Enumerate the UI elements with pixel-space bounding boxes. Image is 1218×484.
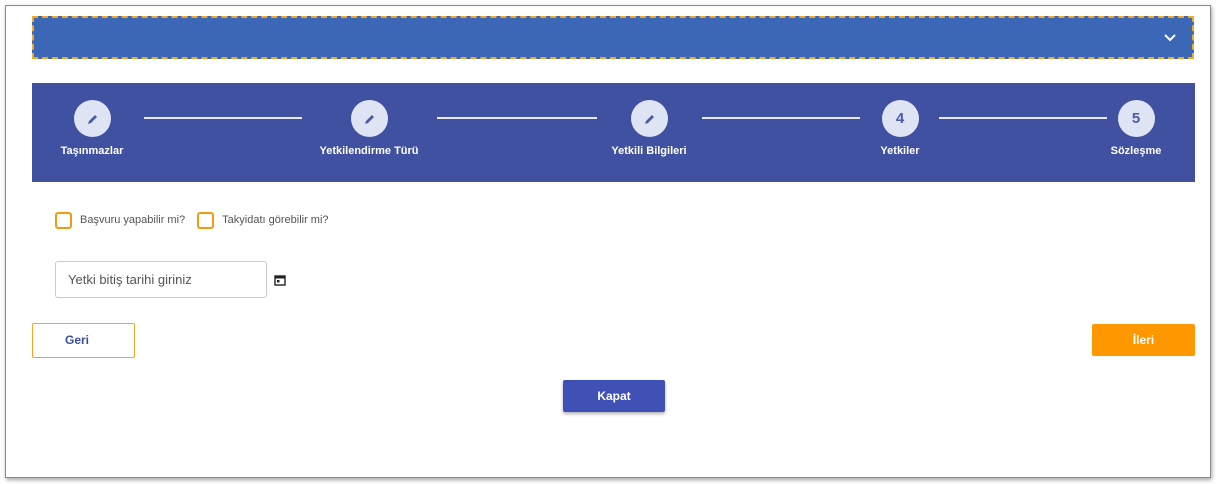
step-circle bbox=[630, 100, 668, 137]
permission-checkboxes: Başvuru yapabilir mi? Takyidatı görebili… bbox=[55, 210, 341, 230]
step-connector bbox=[702, 117, 860, 119]
step-connector bbox=[939, 117, 1107, 119]
step-number: 5 bbox=[1117, 100, 1155, 137]
chevron-down-icon[interactable] bbox=[1162, 29, 1178, 45]
step-circle bbox=[73, 100, 111, 137]
next-button[interactable]: İleri bbox=[1092, 324, 1195, 356]
view-encumbrance-checkbox-label: Takyidatı görebilir mi? bbox=[222, 214, 329, 226]
step-label: Yetkilendirme Türü bbox=[319, 145, 419, 157]
pencil-icon bbox=[87, 115, 97, 124]
stepper: Taşınmazlar Yetkilendirme Türü Yetkili B… bbox=[32, 83, 1195, 182]
calendar-icon[interactable] bbox=[274, 274, 286, 286]
pencil-icon bbox=[364, 115, 374, 124]
step-yetkiler[interactable]: 4 Yetkiler bbox=[855, 100, 945, 157]
back-button[interactable]: Geri bbox=[32, 323, 135, 358]
apply-checkbox[interactable] bbox=[55, 211, 72, 229]
step-circle bbox=[350, 100, 388, 137]
step-yetkili-bilgileri[interactable]: Yetkili Bilgileri bbox=[604, 100, 694, 157]
pencil-icon bbox=[644, 115, 654, 124]
step-sozlesme[interactable]: 5 Sözleşme bbox=[1091, 100, 1181, 157]
authorization-end-date-input[interactable] bbox=[55, 261, 267, 298]
step-connector bbox=[144, 117, 302, 119]
step-label: Yetkili Bilgileri bbox=[611, 145, 687, 157]
step-label: Sözleşme bbox=[1110, 145, 1162, 157]
step-number: 4 bbox=[881, 100, 919, 137]
step-tasinmazlar[interactable]: Taşınmazlar bbox=[47, 100, 137, 157]
close-button[interactable]: Kapat bbox=[563, 380, 665, 412]
step-connector bbox=[437, 117, 597, 119]
accordion-header[interactable] bbox=[32, 16, 1194, 59]
step-label: Yetkiler bbox=[880, 145, 920, 157]
step-label: Taşınmazlar bbox=[60, 145, 124, 157]
apply-checkbox-label: Başvuru yapabilir mi? bbox=[80, 214, 186, 226]
step-yetkilendirme-turu[interactable]: Yetkilendirme Türü bbox=[319, 100, 419, 157]
view-encumbrance-checkbox[interactable] bbox=[197, 211, 215, 229]
